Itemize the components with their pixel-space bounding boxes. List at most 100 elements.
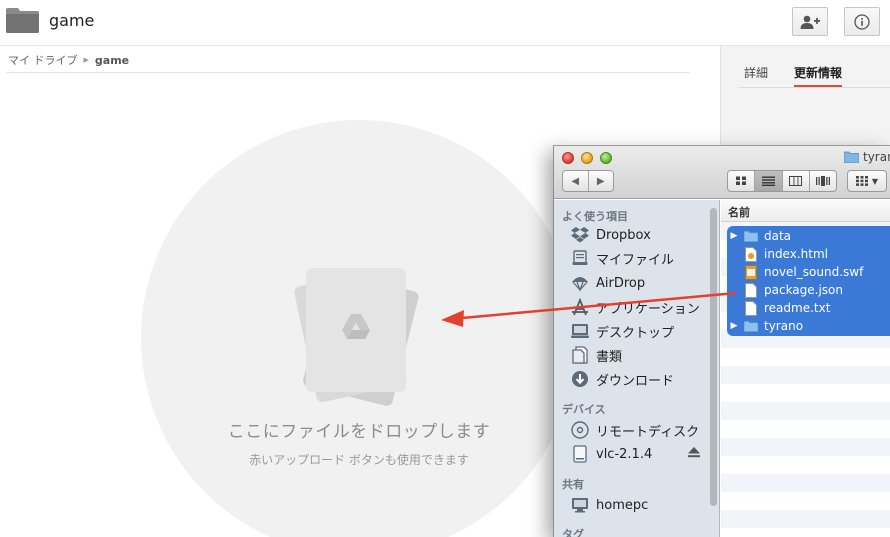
tabs-divider [739,87,890,88]
sidebar-item-all-files[interactable]: マイファイル [571,248,674,268]
breadcrumb-current: game [94,53,130,67]
sidebar-section-tags: タグ [562,528,584,537]
document-icon [744,300,758,316]
sidebar-item-label: vlc-2.1.4 [596,446,653,462]
info-button[interactable] [844,7,880,36]
arrange-grid-icon [855,176,868,186]
chevron-right-icon: ▶ [83,56,89,64]
sidebar-item-vlc[interactable]: vlc-2.1.4 [571,444,652,464]
add-person-icon [800,15,820,29]
back-button[interactable]: ◀ [563,171,588,191]
sidebar-item-documents[interactable]: 書類 [571,345,622,365]
tab-activity[interactable]: 更新情報 [794,64,842,81]
chevron-down-icon: ▼ [871,176,879,186]
downloads-icon [571,370,589,388]
list-item[interactable]: novel_sound.swf [727,263,863,281]
screen: game マイ ドライブ ▶ game ここにファイルをドロップします 赤いアッ… [0,0,890,537]
disclosure-triangle-icon[interactable]: ▶ [727,231,741,241]
active-tab-indicator [794,85,842,87]
minimize-window-button[interactable] [581,152,593,164]
coverflow-icon [815,176,830,186]
list-icon [761,176,775,186]
folder-icon [744,318,758,334]
folder-icon [744,228,758,244]
sidebar-item-label: ダウンロード [596,373,675,389]
html-file-icon [744,246,758,262]
grid-icon [736,176,747,185]
finder-window: tyrano ◀ ▶ [553,145,890,537]
column-view-button[interactable] [781,171,809,191]
breadcrumb-root[interactable]: マイ ドライブ [8,52,78,68]
sidebar-item-label: デスクトップ [596,325,675,341]
info-icon [854,13,870,30]
chevron-right-icon: ▶ [596,175,605,187]
file-name: tyrano [764,319,804,333]
sidebar-item-label: アプリケーション [596,301,700,317]
finder-sidebar: よく使う項目 Dropbox マイファイル AirDrop アプリケーション デ… [554,200,720,537]
file-list: 名前 ▶ data index.html novel_sound.swf pac… [721,200,890,537]
file-name: readme.txt [764,301,831,315]
airdrop-icon [571,274,589,292]
share-button[interactable] [792,7,828,36]
tab-details[interactable]: 詳細 [744,64,768,81]
sidebar-scroll-thumb[interactable] [710,208,717,506]
sidebar-item-label: マイファイル [596,252,675,268]
list-item[interactable]: index.html [727,245,828,263]
sidebar-item-label: リモートディスク [596,424,700,440]
remote-disc-icon [571,421,589,439]
zoom-window-button[interactable] [600,152,612,164]
breadcrumb-divider [6,72,690,73]
folder-icon [6,8,39,33]
drop-subtitle: 赤いアップロード ボタンも使用できます [249,453,469,467]
coverflow-view-button[interactable] [808,171,836,191]
columns-icon [789,176,803,186]
finder-toolbar: tyrano ◀ ▶ [554,146,890,199]
list-item[interactable]: ▶ data [727,227,792,245]
list-item[interactable]: package.json [727,281,843,299]
drive-file-stack-icon [294,268,419,406]
arrange-button[interactable]: ▼ [847,170,887,192]
file-name: novel_sound.swf [764,265,864,279]
finder-title-text: tyrano [863,150,890,164]
view-mode-control [727,170,837,192]
file-name: package.json [764,283,844,297]
sidebar-item-label: 書類 [596,349,623,365]
sidebar-section-favorites: よく使う項目 [562,210,628,223]
sidebar-item-label: Dropbox [596,227,651,243]
close-window-button[interactable] [562,152,574,164]
file-name: data [764,229,792,243]
eject-icon[interactable] [688,447,700,458]
list-item[interactable]: readme.txt [727,299,830,317]
sidebar-item-desktop[interactable]: デスクトップ [571,321,674,341]
finder-title: tyrano [844,150,890,164]
computer-icon [571,496,589,514]
document-icon [744,282,758,298]
sidebar-item-dropbox[interactable]: Dropbox [571,225,651,245]
list-item[interactable]: ▶ tyrano [727,317,804,335]
disk-image-icon [571,445,589,463]
breadcrumb: マイ ドライブ ▶ game [8,52,129,68]
documents-icon [571,346,589,364]
dropbox-icon [571,226,589,244]
disclosure-triangle-icon[interactable]: ▶ [727,321,741,331]
drive-header: game [0,0,890,46]
desktop-icon [571,322,589,340]
sidebar-item-airdrop[interactable]: AirDrop [571,273,645,293]
sidebar-item-remote-disc[interactable]: リモートディスク [571,420,699,440]
all-files-icon [571,249,589,267]
sidebar-section-devices: デバイス [562,403,606,416]
folder-icon [844,151,859,163]
sidebar-item-label: homepc [596,497,649,513]
sidebar-item-applications[interactable]: アプリケーション [571,297,700,317]
forward-button[interactable]: ▶ [587,171,614,191]
list-view-button[interactable] [754,171,782,191]
chevron-left-icon: ◀ [571,175,580,187]
applications-icon [571,298,589,316]
folder-title: game [49,11,95,30]
icon-view-button[interactable] [728,171,754,191]
column-header-name[interactable]: 名前 [721,200,890,222]
sidebar-item-homepc[interactable]: homepc [571,495,648,515]
sidebar-item-label: AirDrop [596,275,646,291]
swf-file-icon [744,264,758,280]
sidebar-item-downloads[interactable]: ダウンロード [571,369,674,389]
